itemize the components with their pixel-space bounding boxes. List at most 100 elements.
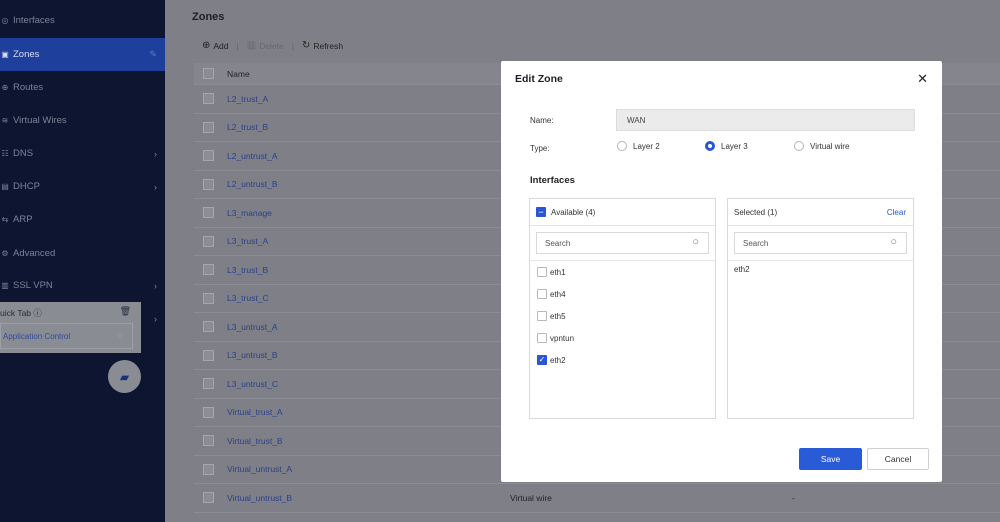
search-placeholder: Search xyxy=(545,238,571,248)
interface-option[interactable]: ✓ eth2 xyxy=(530,349,715,371)
close-icon[interactable]: ✕ xyxy=(917,71,928,87)
refresh-button[interactable]: Refresh xyxy=(313,41,343,51)
interface-option[interactable]: eth5 xyxy=(530,305,715,327)
zone-name-link[interactable]: Virtual_trust_A xyxy=(227,407,283,417)
row-checkbox[interactable] xyxy=(203,292,214,304)
zone-name-link[interactable]: Virtual_trust_B xyxy=(227,436,283,446)
zone-name-link[interactable]: L3_manage xyxy=(227,208,272,218)
available-count: Available (4) xyxy=(551,207,596,217)
search-placeholder: Search xyxy=(743,238,769,248)
sidebar-item-advanced[interactable]: ⚙ Advanced xyxy=(0,237,165,270)
row-checkbox[interactable] xyxy=(203,349,214,361)
option-checkbox[interactable] xyxy=(537,289,547,299)
zone-interfaces: - xyxy=(792,492,795,503)
row-checkbox[interactable] xyxy=(203,463,214,475)
option-label: eth2 xyxy=(550,355,566,365)
selected-count: Selected (1) xyxy=(734,207,778,217)
sidebar-item-interfaces[interactable]: ◎ Interfaces xyxy=(0,4,165,37)
row-checkbox[interactable] xyxy=(203,406,214,418)
radio-virtual-wire[interactable]: Virtual wire xyxy=(794,141,849,151)
zone-name-link[interactable]: Virtual_untrust_A xyxy=(227,464,292,474)
selected-header: Selected (1) Clear xyxy=(728,199,913,226)
radio-label: Layer 2 xyxy=(633,141,660,151)
quick-tab-panel: uick Tab ⓘ 🗑 Application Control × xyxy=(0,302,141,353)
row-checkbox[interactable] xyxy=(203,235,214,247)
row-checkbox[interactable] xyxy=(203,321,214,333)
zone-name-link[interactable]: Virtual_untrust_B xyxy=(227,493,292,503)
select-all-checkbox[interactable]: − xyxy=(536,207,546,217)
save-button[interactable]: Save xyxy=(799,448,862,470)
zone-name-link[interactable]: L3_trust_C xyxy=(227,293,269,303)
row-checkbox[interactable] xyxy=(203,150,214,162)
interface-option[interactable]: eth1 xyxy=(530,261,715,283)
advanced-icon: ⚙ xyxy=(1,249,9,258)
zone-name-link[interactable]: L2_untrust_B xyxy=(227,179,278,189)
delete-button[interactable]: Delete xyxy=(259,41,284,51)
sidebar-item-label: DHCP xyxy=(13,181,40,192)
close-icon[interactable]: × xyxy=(117,332,122,341)
column-name: Name xyxy=(227,68,250,79)
bookmark-button[interactable]: ▰ xyxy=(108,360,141,393)
row-checkbox[interactable] xyxy=(203,492,214,504)
sidebar-item-label: DNS xyxy=(13,148,34,159)
sidebar-item-virtual-wires[interactable]: ≋ Virtual Wires xyxy=(0,104,165,137)
interfaces-heading: Interfaces xyxy=(530,175,575,186)
row-checkbox[interactable] xyxy=(203,93,214,105)
option-checkbox[interactable]: ✓ xyxy=(537,355,547,365)
search-icon: ○ xyxy=(692,236,699,248)
add-icon: ⊕ xyxy=(202,40,211,51)
zone-name-link[interactable]: L2_trust_A xyxy=(227,94,268,104)
interface-option[interactable]: vpntun xyxy=(530,327,715,349)
table-row[interactable]: Virtual_untrust_B Virtual wire - xyxy=(194,484,1000,513)
radio-layer-3[interactable]: Layer 3 xyxy=(705,141,748,151)
zone-name-link[interactable]: L2_trust_B xyxy=(227,122,268,132)
zone-name-link[interactable]: L3_untrust_B xyxy=(227,350,278,360)
selected-search-input[interactable]: Search ○ xyxy=(734,232,907,254)
available-header: − Available (4) xyxy=(530,199,715,226)
sidebar-item-label: ARP xyxy=(13,214,33,225)
selected-item[interactable]: eth2 xyxy=(728,261,913,278)
name-value: WAN xyxy=(627,115,646,125)
zone-name-link[interactable]: L3_untrust_C xyxy=(227,379,278,389)
quick-tab-item[interactable]: Application Control × xyxy=(0,323,133,349)
divider: | xyxy=(236,40,239,51)
row-checkbox[interactable] xyxy=(203,264,214,276)
zone-name-link[interactable]: L3_trust_A xyxy=(227,236,268,246)
sidebar-item-dhcp[interactable]: ▤ DHCP › xyxy=(0,170,165,203)
available-search-input[interactable]: Search ○ xyxy=(536,232,709,254)
trash-icon[interactable]: 🗑 xyxy=(120,306,131,317)
sidebar-item-ssl-vpn[interactable]: ▥ SSL VPN › xyxy=(0,269,165,302)
option-label: vpntun xyxy=(550,333,575,343)
row-checkbox[interactable] xyxy=(203,435,214,447)
zone-name-link[interactable]: L3_trust_B xyxy=(227,265,268,275)
pin-icon[interactable]: ✎ xyxy=(149,49,157,60)
row-checkbox[interactable] xyxy=(203,121,214,133)
add-button[interactable]: Add xyxy=(213,41,228,51)
interface-option[interactable]: eth4 xyxy=(530,283,715,305)
radio-layer-2[interactable]: Layer 2 xyxy=(617,141,660,151)
select-all-checkbox[interactable] xyxy=(203,68,214,79)
sidebar-item-arp[interactable]: ⇆ ARP xyxy=(0,203,165,236)
row-checkbox[interactable] xyxy=(203,378,214,390)
option-checkbox[interactable] xyxy=(537,311,547,321)
toolbar: ⊕ Add | ▥ Delete | ↻ Refresh xyxy=(202,40,343,51)
virtual-wires-icon: ≋ xyxy=(1,116,9,125)
row-checkbox[interactable] xyxy=(203,207,214,219)
bookmark-icon: ▰ xyxy=(119,369,130,384)
sidebar-item-zones[interactable]: ▣ Zones ✎ xyxy=(0,38,165,71)
option-label: eth4 xyxy=(550,289,566,299)
name-field[interactable]: WAN xyxy=(616,109,915,131)
option-label: eth5 xyxy=(550,311,566,321)
ssl-vpn-icon: ▥ xyxy=(1,281,9,290)
zone-name-link[interactable]: L3_untrust_A xyxy=(227,322,278,332)
sidebar-item-routes[interactable]: ⊕ Routes xyxy=(0,71,165,104)
clear-button[interactable]: Clear xyxy=(887,208,906,217)
zone-name-link[interactable]: L2_untrust_A xyxy=(227,151,278,161)
option-checkbox[interactable] xyxy=(537,333,547,343)
available-panel: − Available (4) Search ○ eth1 eth4 eth5 vpn… xyxy=(529,198,716,419)
cancel-button[interactable]: Cancel xyxy=(867,448,929,470)
chevron-right-icon: › xyxy=(154,148,157,159)
row-checkbox[interactable] xyxy=(203,178,214,190)
sidebar-item-dns[interactable]: ☷ DNS › xyxy=(0,137,165,170)
option-checkbox[interactable] xyxy=(537,267,547,277)
